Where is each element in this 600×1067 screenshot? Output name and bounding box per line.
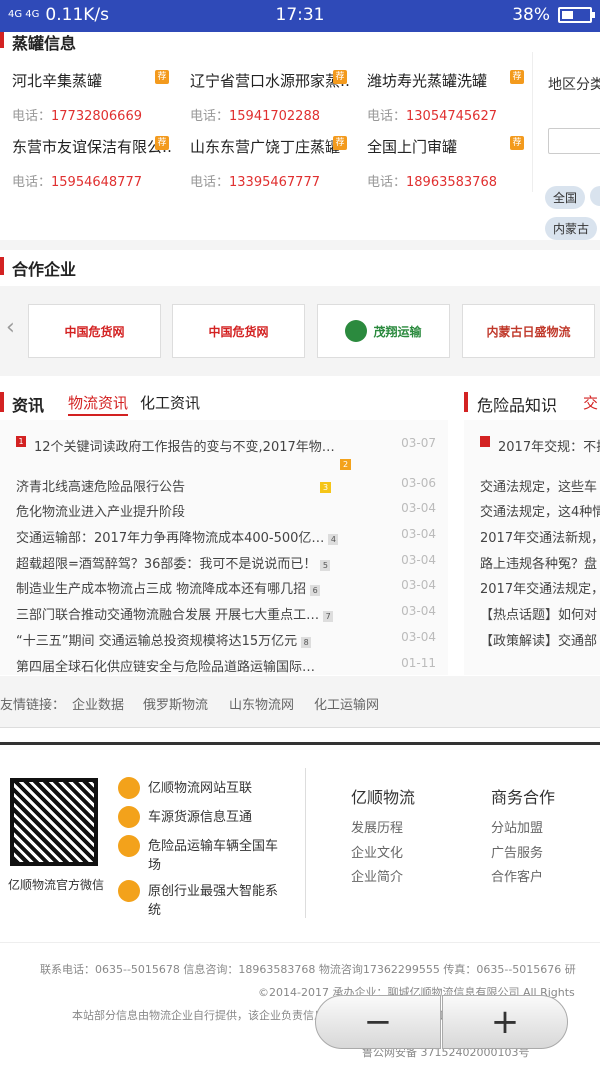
region-pill[interactable] bbox=[590, 186, 600, 206]
tank-card[interactable]: 河北辛集蒸罐 电话：17732806669 bbox=[12, 70, 172, 124]
friend-link[interactable]: 企业数据 bbox=[72, 694, 124, 713]
tank-card[interactable]: 潍坊寿光蒸罐洗罐 电话：13054745627 bbox=[367, 70, 527, 124]
footer-link[interactable]: 企业文化 bbox=[351, 842, 403, 861]
recommend-tag: 荐 bbox=[510, 70, 524, 84]
tank-card[interactable]: 辽宁省营口水源邢家蒸… 电话：15941702288 bbox=[190, 70, 350, 124]
hazard-item[interactable]: 2017年交通法新规， bbox=[480, 527, 600, 546]
tank-card[interactable]: 山东东营广饶丁庄蒸罐 电话：13395467777 bbox=[190, 136, 350, 190]
link-icon bbox=[118, 777, 140, 799]
feature-item: 原创行业最强大智能系统 bbox=[118, 880, 288, 918]
hazard-item[interactable]: 【热点话题】如何对 bbox=[480, 604, 597, 623]
feature-item: 车源货源信息互通 bbox=[118, 806, 288, 828]
region-pill[interactable]: 全国 bbox=[545, 186, 586, 209]
hazard-item[interactable]: 【政策解读】交通部 bbox=[480, 630, 597, 649]
region-panel bbox=[532, 52, 600, 192]
partner-logo[interactable]: 茂翔运输 bbox=[317, 304, 450, 358]
hazard-item[interactable]: 2017年交通法规定， bbox=[480, 578, 600, 597]
hazard-item[interactable]: 2017年交规：不拉 bbox=[498, 436, 600, 455]
section-marker bbox=[464, 392, 468, 412]
footer-col-title: 亿顺物流 bbox=[351, 788, 416, 807]
news-item[interactable]: 交通运输部：2017年力争再降物流成本400-500亿… 4 03-04 bbox=[16, 527, 436, 546]
qr-caption: 亿顺物流官方微信 bbox=[8, 878, 105, 892]
region-pill[interactable]: 内蒙古 bbox=[545, 217, 598, 240]
news-item[interactable]: 危化物流业进入产业提升阶段 03-04 bbox=[16, 501, 436, 520]
status-bar: 4G 4G 0.11K/s 17:31 38% bbox=[0, 0, 600, 32]
battery-level: 38% bbox=[512, 5, 550, 25]
tab-logistics-news[interactable]: 物流资讯 bbox=[68, 392, 129, 416]
contact-info: 联系电话：0635--5015678 信息咨询：18963583768 物流咨询… bbox=[40, 963, 576, 976]
recommend-tag: 荐 bbox=[155, 70, 169, 84]
recommend-tag: 荐 bbox=[333, 70, 347, 84]
rank-badge: 3 bbox=[320, 482, 331, 493]
partners-title: 合作企业 bbox=[12, 260, 77, 279]
footer-link[interactable]: 企业简介 bbox=[351, 866, 403, 885]
friend-link[interactable]: 俄罗斯物流 bbox=[143, 694, 208, 713]
zoom-out-button[interactable]: − bbox=[315, 995, 441, 1049]
footer-divider bbox=[0, 742, 600, 745]
tank-card[interactable]: 东营市友谊保洁有限公… 电话：15954648777 bbox=[12, 136, 172, 190]
footer-link[interactable]: 合作客户 bbox=[491, 866, 543, 885]
tank-section-title: 蒸罐信息 bbox=[12, 34, 77, 53]
section-marker bbox=[0, 32, 4, 48]
friend-links-label: 友情链接： bbox=[0, 698, 66, 713]
rank-badge bbox=[480, 436, 490, 447]
partner-logo[interactable]: 中国危货网 bbox=[28, 304, 161, 358]
partner-logo[interactable]: 中国危货网 bbox=[172, 304, 305, 358]
recommend-tag: 荐 bbox=[155, 136, 169, 150]
hazard-title: 危险品知识 bbox=[477, 396, 558, 415]
footer-rule bbox=[0, 942, 600, 943]
bulb-icon bbox=[118, 880, 140, 902]
recommend-tag: 荐 bbox=[333, 136, 347, 150]
recommend-tag: 荐 bbox=[510, 136, 524, 150]
hazard-item[interactable]: 路上违规各种冤？盘 bbox=[480, 553, 597, 572]
footer-link[interactable]: 分站加盟 bbox=[491, 817, 543, 836]
battery-icon bbox=[558, 7, 595, 23]
section-marker bbox=[0, 392, 4, 412]
hazard-item[interactable]: 交通法规定，这4种情 bbox=[480, 501, 600, 520]
divider bbox=[0, 240, 600, 250]
feature-item: 危险品运输车辆全国车场 bbox=[118, 835, 288, 873]
footer-col-title: 商务合作 bbox=[491, 788, 556, 807]
qr-code bbox=[10, 778, 98, 866]
zoom-in-button[interactable]: + bbox=[442, 995, 568, 1049]
tab-chemical-news[interactable]: 化工资讯 bbox=[140, 392, 200, 413]
news-item[interactable]: 济青北线高速危险品限行公告 03-06 bbox=[16, 476, 436, 495]
partner-logo[interactable]: 内蒙古日盛物流 bbox=[462, 304, 595, 358]
region-title: 地区分类 bbox=[548, 77, 600, 93]
rank-badge: 2 bbox=[340, 459, 351, 470]
news-item[interactable]: 制造业生产成本物流占三成 物流降成本还有哪几招 6 03-04 bbox=[16, 578, 436, 597]
footer-link[interactable]: 发展历程 bbox=[351, 817, 403, 836]
clock: 17:31 bbox=[275, 5, 325, 25]
tank-card[interactable]: 全国上门审罐 电话：18963583768 bbox=[367, 136, 527, 190]
chevron-left-icon[interactable]: ‹ bbox=[6, 315, 15, 340]
news-item[interactable]: 12个关键词读政府工作报告的变与不变,2017年物… 03-07 bbox=[16, 436, 436, 455]
zoom-out-icon: − bbox=[363, 1002, 393, 1042]
news-item[interactable]: 超载超限=酒驾醉驾？36部委：我可不是说说而已！ 5 03-04 bbox=[16, 553, 436, 572]
friend-link[interactable]: 山东物流网 bbox=[229, 694, 294, 713]
zoom-in-icon: + bbox=[490, 1002, 520, 1042]
news-item[interactable]: 三部门联合推动交通物流融合发展 开展七大重点工… 7 03-04 bbox=[16, 604, 436, 623]
hazard-item[interactable]: 交通法规定，这些车 bbox=[480, 476, 597, 495]
truck-icon bbox=[118, 835, 140, 857]
tab-hazard[interactable]: 交 bbox=[583, 392, 598, 413]
news-title: 资讯 bbox=[12, 396, 45, 415]
feature-item: 亿顺物流网站互联 bbox=[118, 777, 288, 799]
news-item[interactable]: “十三五”期间 交通运输总投资规模将达15万亿元 8 03-04 bbox=[16, 630, 436, 649]
friend-link[interactable]: 化工运输网 bbox=[314, 694, 379, 713]
section-marker bbox=[0, 257, 4, 275]
region-search-input[interactable] bbox=[548, 128, 600, 154]
trend-icon bbox=[118, 806, 140, 828]
footer-link[interactable]: 广告服务 bbox=[491, 842, 543, 861]
footer-col-divider bbox=[305, 768, 306, 918]
news-item[interactable]: 第四届全球石化供应链安全与危险品道路运输国际… 01-11 bbox=[16, 656, 436, 675]
